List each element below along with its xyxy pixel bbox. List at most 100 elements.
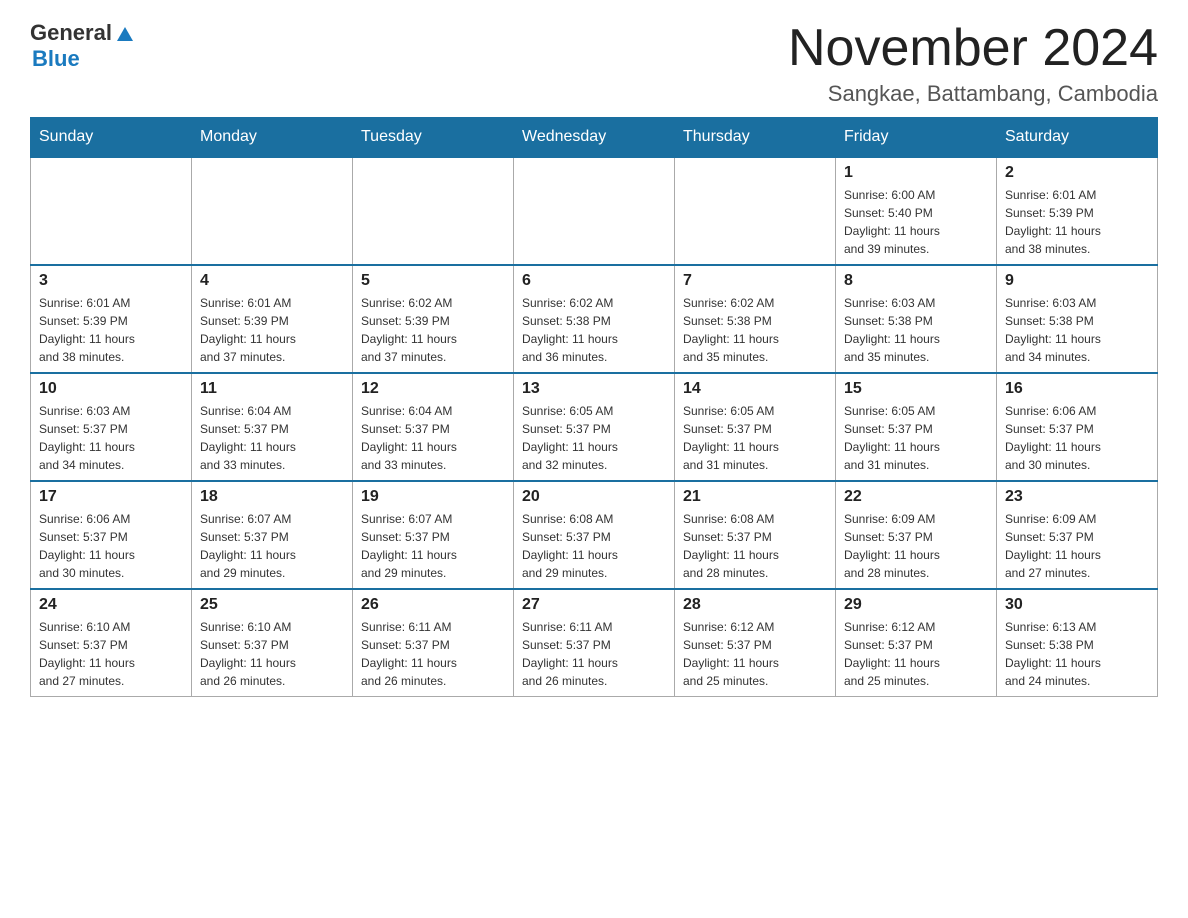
calendar-cell: 1 Sunrise: 6:00 AM Sunset: 5:40 PM Daylig…	[836, 157, 997, 265]
calendar-week-row: 3 Sunrise: 6:01 AM Sunset: 5:39 PM Daylig…	[31, 265, 1158, 373]
day-info: Sunrise: 6:01 AM Sunset: 5:39 PM Dayligh…	[1005, 186, 1149, 258]
calendar-cell: 2 Sunrise: 6:01 AM Sunset: 5:39 PM Daylig…	[997, 157, 1158, 265]
day-info: Sunrise: 6:03 AM Sunset: 5:38 PM Dayligh…	[1005, 294, 1149, 366]
day-number: 30	[1005, 596, 1149, 614]
weekday-header-saturday: Saturday	[997, 118, 1158, 158]
calendar-cell: 16 Sunrise: 6:06 AM Sunset: 5:37 PM Dayli…	[997, 373, 1158, 481]
day-info: Sunrise: 6:12 AM Sunset: 5:37 PM Dayligh…	[683, 618, 827, 690]
calendar-cell: 15 Sunrise: 6:05 AM Sunset: 5:37 PM Dayli…	[836, 373, 997, 481]
day-number: 24	[39, 596, 183, 614]
day-info: Sunrise: 6:05 AM Sunset: 5:37 PM Dayligh…	[683, 402, 827, 474]
calendar-cell: 23 Sunrise: 6:09 AM Sunset: 5:37 PM Dayli…	[997, 481, 1158, 589]
calendar-cell: 29 Sunrise: 6:12 AM Sunset: 5:37 PM Dayli…	[836, 589, 997, 697]
calendar-cell: 18Sunrise: 6:07 AM Sunset: 5:37 PM Dayli…	[192, 481, 353, 589]
day-info: Sunrise: 6:10 AM Sunset: 5:37 PM Dayligh…	[200, 618, 344, 690]
day-info: Sunrise: 6:02 AM Sunset: 5:39 PM Dayligh…	[361, 294, 505, 366]
calendar-cell: 19 Sunrise: 6:07 AM Sunset: 5:37 PM Dayli…	[353, 481, 514, 589]
day-info: Sunrise: 6:10 AM Sunset: 5:37 PM Dayligh…	[39, 618, 183, 690]
day-number: 10	[39, 380, 183, 398]
calendar-cell: 25 Sunrise: 6:10 AM Sunset: 5:37 PM Dayli…	[192, 589, 353, 697]
calendar-cell: 10 Sunrise: 6:03 AM Sunset: 5:37 PM Dayli…	[31, 373, 192, 481]
calendar-cell: 21 Sunrise: 6:08 AM Sunset: 5:37 PM Dayli…	[675, 481, 836, 589]
logo: General Blue	[30, 20, 136, 72]
calendar-cell	[353, 157, 514, 265]
calendar-cell: 4 Sunrise: 6:01 AM Sunset: 5:39 PM Daylig…	[192, 265, 353, 373]
day-info: Sunrise: 6:13 AM Sunset: 5:38 PM Dayligh…	[1005, 618, 1149, 690]
day-number: 2	[1005, 164, 1149, 182]
day-number: 15	[844, 380, 988, 398]
weekday-header-tuesday: Tuesday	[353, 118, 514, 158]
calendar-cell: 20Sunrise: 6:08 AM Sunset: 5:37 PM Dayli…	[514, 481, 675, 589]
day-info: Sunrise: 6:11 AM Sunset: 5:37 PM Dayligh…	[522, 618, 666, 690]
day-info: Sunrise: 6:08 AM Sunset: 5:37 PM Dayligh…	[683, 510, 827, 582]
day-info: Sunrise: 6:06 AM Sunset: 5:37 PM Dayligh…	[39, 510, 183, 582]
day-number: 29	[844, 596, 988, 614]
title-section: November 2024 Sangkae, Battambang, Cambo…	[788, 20, 1158, 107]
day-info: Sunrise: 6:00 AM Sunset: 5:40 PM Dayligh…	[844, 186, 988, 258]
calendar-cell: 11 Sunrise: 6:04 AM Sunset: 5:37 PM Dayli…	[192, 373, 353, 481]
calendar-week-row: 10 Sunrise: 6:03 AM Sunset: 5:37 PM Dayli…	[31, 373, 1158, 481]
weekday-header-monday: Monday	[192, 118, 353, 158]
day-info: Sunrise: 6:12 AM Sunset: 5:37 PM Dayligh…	[844, 618, 988, 690]
day-number: 26	[361, 596, 505, 614]
calendar-cell: 7 Sunrise: 6:02 AM Sunset: 5:38 PM Daylig…	[675, 265, 836, 373]
day-info: Sunrise: 6:02 AM Sunset: 5:38 PM Dayligh…	[683, 294, 827, 366]
calendar-cell: 30 Sunrise: 6:13 AM Sunset: 5:38 PM Dayli…	[997, 589, 1158, 697]
day-number: 11	[200, 380, 344, 398]
weekday-header-wednesday: Wednesday	[514, 118, 675, 158]
weekday-header-row: SundayMondayTuesdayWednesdayThursdayFrid…	[31, 118, 1158, 158]
day-info: Sunrise: 6:05 AM Sunset: 5:37 PM Dayligh…	[844, 402, 988, 474]
day-number: 4	[200, 272, 344, 290]
day-number: 12	[361, 380, 505, 398]
calendar-cell: 3Sunrise: 6:01 AM Sunset: 5:39 PM Daylig…	[31, 265, 192, 373]
day-info: Sunrise: 6:09 AM Sunset: 5:37 PM Dayligh…	[844, 510, 988, 582]
calendar-cell: 9 Sunrise: 6:03 AM Sunset: 5:38 PM Daylig…	[997, 265, 1158, 373]
calendar-cell	[514, 157, 675, 265]
day-info: Sunrise: 6:01 AM Sunset: 5:39 PM Dayligh…	[200, 294, 344, 366]
calendar-cell: 6Sunrise: 6:02 AM Sunset: 5:38 PM Daylig…	[514, 265, 675, 373]
day-number: 25	[200, 596, 344, 614]
day-info: Sunrise: 6:04 AM Sunset: 5:37 PM Dayligh…	[361, 402, 505, 474]
day-number: 7	[683, 272, 827, 290]
calendar-cell: 28 Sunrise: 6:12 AM Sunset: 5:37 PM Dayli…	[675, 589, 836, 697]
day-number: 27	[522, 596, 666, 614]
calendar-cell: 8 Sunrise: 6:03 AM Sunset: 5:38 PM Daylig…	[836, 265, 997, 373]
day-info: Sunrise: 6:07 AM Sunset: 5:37 PM Dayligh…	[361, 510, 505, 582]
calendar-cell: 22 Sunrise: 6:09 AM Sunset: 5:37 PM Dayli…	[836, 481, 997, 589]
weekday-header-friday: Friday	[836, 118, 997, 158]
logo-blue-text: Blue	[32, 46, 80, 72]
calendar-subtitle: Sangkae, Battambang, Cambodia	[788, 81, 1158, 107]
calendar-cell: 13Sunrise: 6:05 AM Sunset: 5:37 PM Dayli…	[514, 373, 675, 481]
page-header: General Blue November 2024 Sangkae, Batt…	[30, 20, 1158, 107]
logo-triangle-icon	[114, 23, 136, 45]
day-info: Sunrise: 6:09 AM Sunset: 5:37 PM Dayligh…	[1005, 510, 1149, 582]
day-info: Sunrise: 6:03 AM Sunset: 5:38 PM Dayligh…	[844, 294, 988, 366]
day-number: 20	[522, 488, 666, 506]
calendar-cell: 5 Sunrise: 6:02 AM Sunset: 5:39 PM Daylig…	[353, 265, 514, 373]
calendar-table: SundayMondayTuesdayWednesdayThursdayFrid…	[30, 117, 1158, 697]
day-info: Sunrise: 6:04 AM Sunset: 5:37 PM Dayligh…	[200, 402, 344, 474]
day-number: 3	[39, 272, 183, 290]
day-number: 16	[1005, 380, 1149, 398]
calendar-week-row: 17Sunrise: 6:06 AM Sunset: 5:37 PM Dayli…	[31, 481, 1158, 589]
day-info: Sunrise: 6:11 AM Sunset: 5:37 PM Dayligh…	[361, 618, 505, 690]
calendar-cell	[675, 157, 836, 265]
calendar-title: November 2024	[788, 20, 1158, 77]
day-number: 19	[361, 488, 505, 506]
day-number: 21	[683, 488, 827, 506]
day-number: 8	[844, 272, 988, 290]
calendar-cell	[31, 157, 192, 265]
logo-general-text: General	[30, 20, 112, 46]
day-number: 1	[844, 164, 988, 182]
day-number: 9	[1005, 272, 1149, 290]
weekday-header-thursday: Thursday	[675, 118, 836, 158]
day-number: 22	[844, 488, 988, 506]
day-number: 6	[522, 272, 666, 290]
day-info: Sunrise: 6:03 AM Sunset: 5:37 PM Dayligh…	[39, 402, 183, 474]
day-number: 5	[361, 272, 505, 290]
day-info: Sunrise: 6:05 AM Sunset: 5:37 PM Dayligh…	[522, 402, 666, 474]
calendar-week-row: 24 Sunrise: 6:10 AM Sunset: 5:37 PM Dayli…	[31, 589, 1158, 697]
day-info: Sunrise: 6:06 AM Sunset: 5:37 PM Dayligh…	[1005, 402, 1149, 474]
day-number: 28	[683, 596, 827, 614]
day-number: 23	[1005, 488, 1149, 506]
